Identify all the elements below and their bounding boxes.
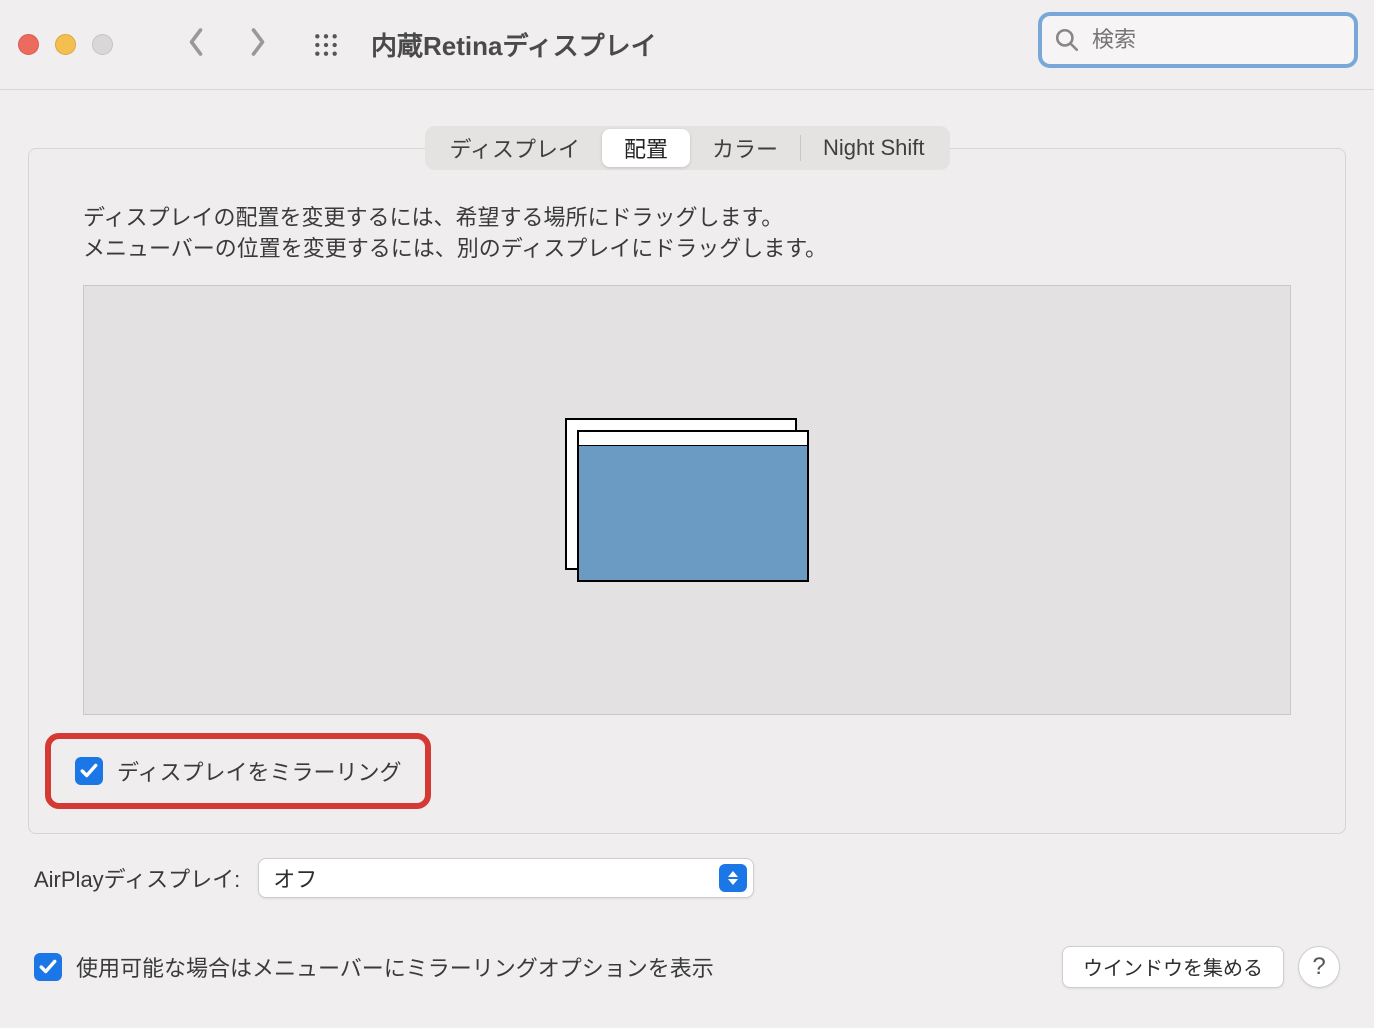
display-rectangle-primary[interactable] — [577, 430, 809, 582]
mirror-displays-label: ディスプレイをミラーリング — [117, 755, 401, 787]
show-mirroring-menubar-checkbox[interactable] — [34, 953, 62, 981]
airplay-select[interactable]: オフ — [258, 858, 754, 898]
titlebar: 内蔵Retinaディスプレイ — [0, 0, 1374, 90]
window-title: 内蔵Retinaディスプレイ — [371, 26, 657, 63]
search-field[interactable] — [1038, 12, 1358, 68]
gather-windows-button[interactable]: ウインドウを集める — [1062, 946, 1284, 988]
show-all-button[interactable] — [313, 32, 339, 58]
tabs: ディスプレイ 配置 カラー Night Shift — [425, 126, 950, 170]
grid-icon — [313, 32, 339, 58]
display-menubar-indicator[interactable] — [579, 432, 807, 446]
airplay-select-value: オフ — [273, 862, 317, 894]
search-container — [1038, 12, 1358, 68]
tab-night-shift[interactable]: Night Shift — [801, 129, 947, 167]
instruction-line-1: ディスプレイの配置を変更するには、希望する場所にドラッグします。 — [83, 203, 1291, 234]
show-mirroring-menubar-label: 使用可能な場合はメニューバーにミラーリングオプションを表示 — [76, 951, 714, 983]
checkmark-icon — [80, 762, 98, 780]
instructions: ディスプレイの配置を変更するには、希望する場所にドラッグします。 メニューバーの… — [83, 203, 1291, 265]
arrangement-area[interactable] — [83, 285, 1291, 715]
tab-display[interactable]: ディスプレイ — [428, 129, 602, 167]
tab-arrangement[interactable]: 配置 — [602, 129, 690, 167]
chevron-right-icon — [247, 27, 269, 57]
display-screen-area — [579, 446, 807, 580]
checkmark-icon — [39, 958, 57, 976]
chevron-down-icon — [728, 878, 738, 886]
mirror-row: ディスプレイをミラーリング — [51, 733, 1323, 809]
select-stepper-icon — [719, 864, 747, 892]
highlight-annotation: ディスプレイをミラーリング — [45, 733, 431, 809]
close-window-button[interactable] — [18, 34, 39, 55]
back-button[interactable] — [185, 27, 207, 62]
chevron-left-icon — [185, 27, 207, 57]
chevron-up-icon — [728, 870, 738, 878]
zoom-window-button[interactable] — [92, 34, 113, 55]
airplay-label: AirPlayディスプレイ: — [34, 862, 240, 894]
window-controls — [18, 34, 113, 55]
forward-button[interactable] — [247, 27, 269, 62]
arrangement-panel: ディスプレイの配置を変更するには、希望する場所にドラッグします。 メニューバーの… — [28, 148, 1346, 834]
search-icon — [1054, 27, 1080, 53]
lower-controls: AirPlayディスプレイ: オフ 使用可能な場合はメニューバーにミラーリングオ… — [34, 858, 1340, 988]
instruction-line-2: メニューバーの位置を変更するには、別のディスプレイにドラッグします。 — [83, 234, 1291, 265]
mirror-displays-checkbox[interactable] — [75, 757, 103, 785]
minimize-window-button[interactable] — [55, 34, 76, 55]
bottom-row: 使用可能な場合はメニューバーにミラーリングオプションを表示 ウインドウを集める … — [34, 946, 1340, 988]
search-input[interactable] — [1092, 27, 1342, 53]
tab-color[interactable]: カラー — [690, 129, 800, 167]
airplay-row: AirPlayディスプレイ: オフ — [34, 858, 1340, 898]
nav-arrows — [185, 27, 269, 62]
help-button[interactable]: ? — [1298, 946, 1340, 988]
